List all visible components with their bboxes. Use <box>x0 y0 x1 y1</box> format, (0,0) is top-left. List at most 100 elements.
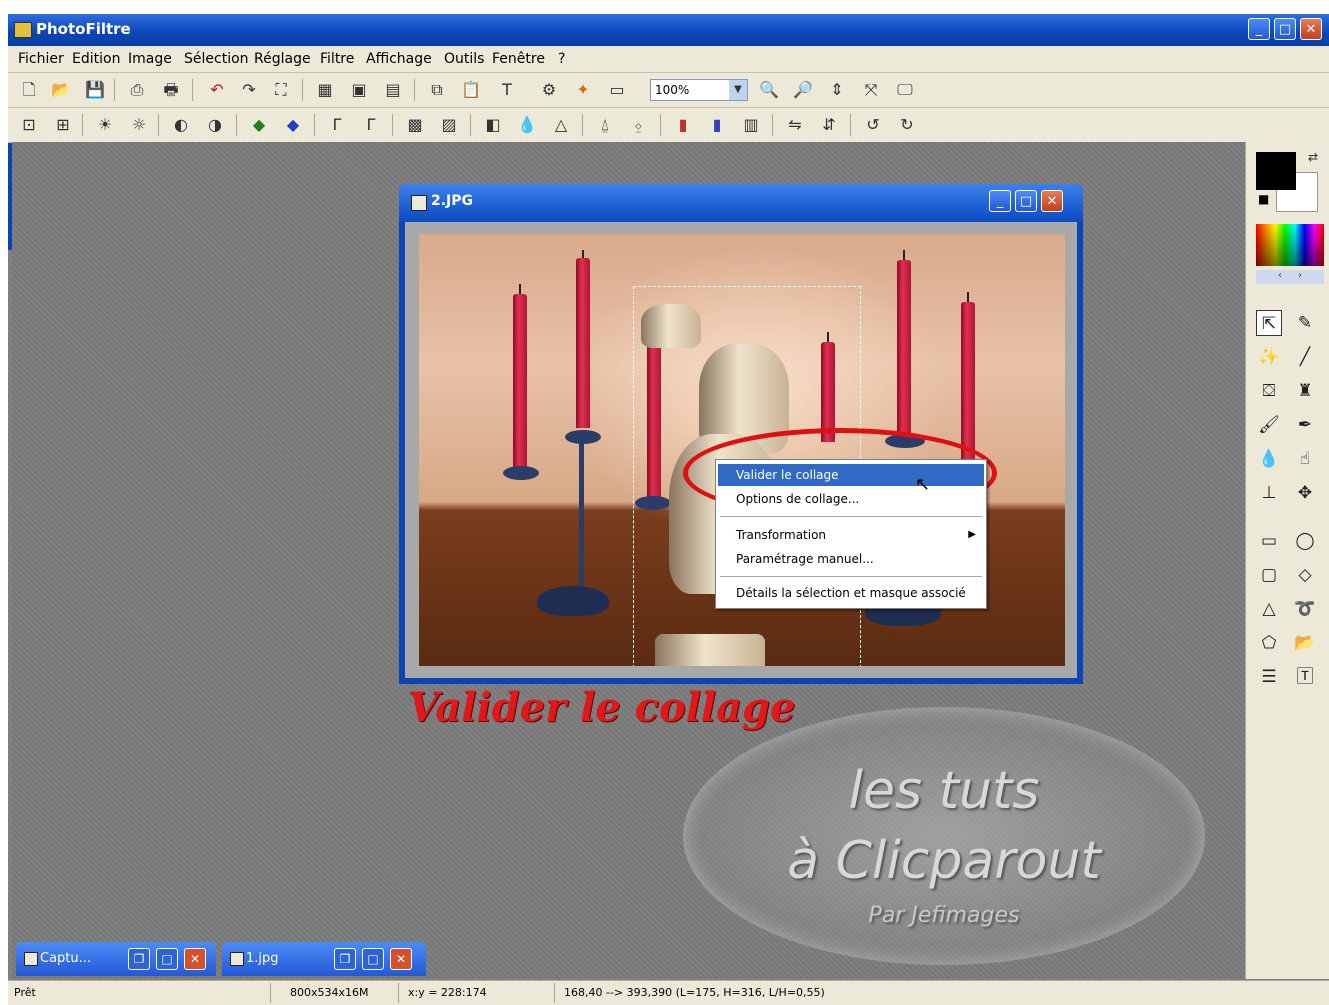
menu-item-details-selection[interactable]: Détails la sélection et masque associé <box>718 582 984 604</box>
negative-icon[interactable]: ◧ <box>482 114 504 136</box>
maximize-button[interactable]: □ <box>156 948 178 970</box>
document-window[interactable]: 2.JPG _ □ ✕ <box>399 184 1083 684</box>
color-palette[interactable] <box>1256 224 1324 266</box>
brightness-up-icon[interactable]: ☼ <box>128 114 150 136</box>
redo-icon[interactable]: ↷ <box>238 79 260 101</box>
color-balance-icon[interactable]: ▮ <box>672 114 694 136</box>
menu-affichage[interactable]: Affichage <box>366 51 432 67</box>
sepia-icon[interactable]: ▨ <box>438 114 460 136</box>
eyedropper-icon[interactable]: ✎ <box>1292 310 1318 336</box>
rounded-rect-select-icon[interactable]: ▢ <box>1256 562 1282 588</box>
line-tool-icon[interactable]: ╱ <box>1292 344 1318 370</box>
lasso-icon[interactable]: ➰ <box>1292 596 1318 622</box>
menu-fenetre[interactable]: Fenêtre <box>492 51 545 67</box>
diamond-select-icon[interactable]: ◇ <box>1292 562 1318 588</box>
zoom-select[interactable]: 100% ▼ <box>650 79 748 101</box>
fill-bucket-icon[interactable]: ⛋ <box>1256 378 1282 404</box>
fit-window-icon[interactable]: ⤧ <box>860 79 882 101</box>
rotate-left-icon[interactable]: ↺ <box>862 114 884 136</box>
menu-reglage[interactable]: Réglage <box>254 51 311 67</box>
text-icon[interactable]: T <box>496 79 518 101</box>
menu-outils[interactable]: Outils <box>444 51 484 67</box>
doc-close-button[interactable]: ✕ <box>1041 190 1063 212</box>
copy-icon[interactable]: ⧉ <box>426 79 448 101</box>
text-select-icon[interactable]: 🅃 <box>1292 664 1318 690</box>
auto-levels-icon[interactable]: ⊡ <box>18 114 40 136</box>
smudge-icon[interactable]: ☝ <box>1292 446 1318 472</box>
new-file-icon[interactable]: 🗋 <box>18 79 40 101</box>
polygon-select-icon[interactable]: ⬠ <box>1256 630 1282 656</box>
layer-icon[interactable]: ▤ <box>382 79 404 101</box>
save-icon[interactable]: 💾 <box>84 79 106 101</box>
clone-stamp-icon[interactable]: ⊥ <box>1256 480 1282 506</box>
rotate-right-icon[interactable]: ↻ <box>896 114 918 136</box>
advanced-brush-icon[interactable]: ✒ <box>1292 412 1318 438</box>
minimized-window-capture[interactable]: Captu... ❐ □ ✕ <box>16 942 216 976</box>
maximize-button[interactable]: □ <box>362 948 384 970</box>
grayscale-icon[interactable]: ▩ <box>404 114 426 136</box>
chevron-down-icon[interactable]: ▼ <box>729 80 747 100</box>
rectangle-select-icon[interactable]: ▭ <box>1256 528 1282 554</box>
menu-item-options-collage[interactable]: Options de collage... <box>718 488 984 510</box>
ellipse-select-icon[interactable]: ◯ <box>1292 528 1318 554</box>
automation-icon[interactable]: ⚙ <box>538 79 560 101</box>
blur-icon[interactable]: 💧 <box>516 114 538 136</box>
lines-select-icon[interactable]: ☰ <box>1256 664 1282 690</box>
menu-image[interactable]: Image <box>128 51 172 67</box>
triangle-select-icon[interactable]: △ <box>1256 596 1282 622</box>
actual-size-icon[interactable]: ⇕ <box>826 79 848 101</box>
plugin-icon[interactable]: ✦ <box>572 79 594 101</box>
restore-button[interactable]: ❐ <box>128 948 150 970</box>
menu-item-transformation[interactable]: Transformation ▶ <box>718 524 984 546</box>
doc-minimize-button[interactable]: _ <box>989 190 1011 212</box>
paste-icon[interactable]: 📋 <box>460 79 482 101</box>
contrast-up-icon[interactable]: ◑ <box>204 114 226 136</box>
saturation-down-icon[interactable]: ◆ <box>248 114 270 136</box>
menu-help[interactable]: ? <box>558 51 565 67</box>
flip-vertical-icon[interactable]: ⇵ <box>818 114 840 136</box>
contrast-down-icon[interactable]: ◐ <box>170 114 192 136</box>
maximize-button[interactable]: □ <box>1274 18 1296 40</box>
minimize-button[interactable]: _ <box>1248 18 1270 40</box>
menu-selection[interactable]: Sélection <box>184 51 249 67</box>
swap-colors-icon[interactable]: ⇄ <box>1308 150 1318 164</box>
document-title-bar[interactable]: 2.JPG _ □ ✕ <box>399 184 1083 222</box>
effect-a-icon[interactable]: ⍙ <box>594 114 616 136</box>
menu-fichier[interactable]: Fichier <box>18 51 64 67</box>
zoom-out-icon[interactable]: 🔎 <box>792 79 814 101</box>
blur-drop-icon[interactable]: 💧 <box>1256 446 1282 472</box>
foreground-color-swatch[interactable] <box>1256 152 1296 190</box>
minimized-window-1jpg[interactable]: 1.jpg ❐ □ ✕ <box>222 942 426 976</box>
flip-horizontal-icon[interactable]: ⇋ <box>784 114 806 136</box>
brightness-down-icon[interactable]: ☀ <box>94 114 116 136</box>
close-button[interactable]: ✕ <box>184 948 206 970</box>
menu-item-valider-collage[interactable]: Valider le collage <box>718 464 984 486</box>
canvas-icon[interactable]: ▣ <box>348 79 370 101</box>
saturation-up-icon[interactable]: ◆ <box>282 114 304 136</box>
gamma-up-icon[interactable]: Γ <box>360 114 382 136</box>
palette-scroll-arrows[interactable]: ‹ › <box>1256 270 1324 284</box>
fullscreen-icon[interactable]: ▭ <box>606 79 628 101</box>
rgb-adjust-icon[interactable]: ▮ <box>706 114 728 136</box>
undo-icon[interactable]: ↶ <box>206 79 228 101</box>
folder-shape-icon[interactable]: 📂 <box>1292 630 1318 656</box>
effect-b-icon[interactable]: ⍚ <box>628 114 650 136</box>
magic-wand-icon[interactable]: ✨ <box>1256 344 1282 370</box>
brush-icon[interactable]: 🖌 <box>1256 412 1282 438</box>
menu-filtre[interactable]: Filtre <box>320 51 354 67</box>
spray-icon[interactable]: ♜ <box>1292 378 1318 404</box>
menu-edition[interactable]: Edition <box>72 51 120 67</box>
print-icon[interactable]: 🖶 <box>160 79 182 101</box>
doc-maximize-button[interactable]: □ <box>1015 190 1037 212</box>
close-button[interactable]: ✕ <box>390 948 412 970</box>
menu-item-parametrage-manuel[interactable]: Paramétrage manuel... <box>718 548 984 570</box>
auto-contrast-icon[interactable]: ⊞ <box>52 114 74 136</box>
move-icon[interactable]: ✥ <box>1292 480 1318 506</box>
image-size-icon[interactable]: ▦ <box>314 79 336 101</box>
open-folder-icon[interactable]: 📂 <box>50 79 72 101</box>
close-button[interactable]: ✕ <box>1300 18 1322 40</box>
default-colors-icon[interactable]: ■ <box>1258 192 1269 206</box>
crop-icon[interactable]: ⛶ <box>270 79 292 101</box>
display-icon[interactable]: 🖵 <box>894 79 916 101</box>
sharpen-icon[interactable]: △ <box>550 114 572 136</box>
